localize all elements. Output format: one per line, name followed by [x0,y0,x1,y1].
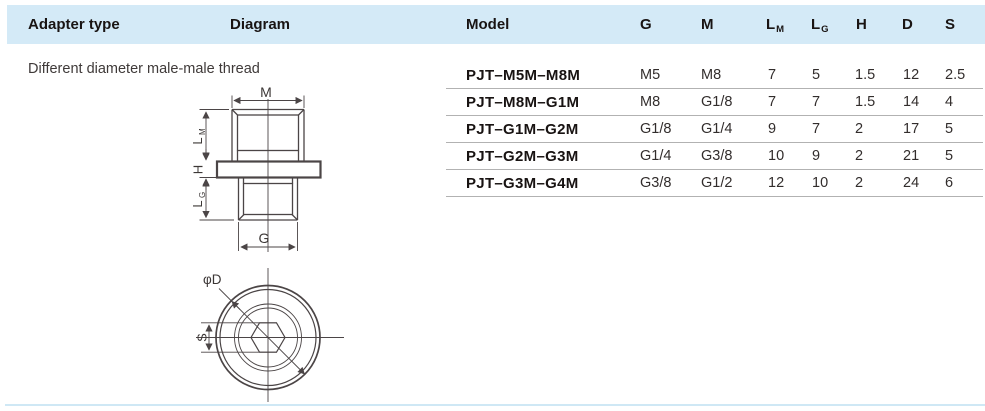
d-cell: 14 [903,89,919,116]
model-cell: PJT–M8M–G1M [466,89,579,116]
label-g: G [259,230,270,246]
table-row: PJT–G3M–G4M G3/8 G1/2 12 10 2 24 6 [0,170,985,197]
label-h: H [191,165,206,174]
model-cell: PJT–M5M–M8M [466,62,580,89]
m-cell: G1/4 [701,116,732,143]
lg-cell: 9 [812,143,820,170]
lg-cell: 7 [812,89,820,116]
h-cell: 2 [855,170,863,197]
column-header-s: S [945,5,955,44]
label-lm-sub: M [198,128,207,135]
lm-cell: 9 [768,116,776,143]
adapter-diagram: M L M H L G G φD S [180,80,355,411]
column-header-d: D [902,5,913,44]
flange-outline [217,162,321,178]
lg-cell: 5 [812,62,820,89]
label-lm: L M [190,128,207,145]
lm-cell: 10 [768,143,784,170]
dim-arrow-d-upper [232,302,240,310]
g-cell: G1/8 [640,116,671,143]
column-header-diagram: Diagram [230,5,290,44]
d-cell: 24 [903,170,919,197]
table-row: PJT–G1M–G2M G1/8 G1/4 9 7 2 17 5 [0,116,985,143]
g-cell: G1/4 [640,143,671,170]
lg-cell: 10 [812,170,828,197]
column-header-adapter-type: Adapter type [28,5,120,44]
h-cell: 2 [855,116,863,143]
lg-cell: 7 [812,116,820,143]
s-cell: 6 [945,170,953,197]
lm-cell: 12 [768,170,784,197]
table-row: PJT–M8M–G1M M8 G1/8 7 7 1.5 14 4 [0,89,985,116]
column-header-lg: LG [811,5,828,44]
h-cell: 2 [855,143,863,170]
h-cell: 1.5 [855,62,875,89]
d-cell: 17 [903,116,919,143]
h-cell: 1.5 [855,89,875,116]
bottom-rule [5,404,985,406]
d-cell: 12 [903,62,919,89]
g-cell: M8 [640,89,660,116]
s-cell: 4 [945,89,953,116]
label-phi-d: φD [203,272,222,287]
model-cell: PJT–G2M–G3M [466,143,579,170]
lg-subscript: G [821,24,828,35]
s-cell: 5 [945,116,953,143]
table-row: PJT–G2M–G3M G1/4 G3/8 10 9 2 21 5 [0,143,985,170]
lm-subscript: M [776,24,784,35]
label-s: S [195,333,210,342]
label-lg: L G [190,192,207,208]
lg-main: L [811,16,820,33]
m-cell: G1/2 [701,170,732,197]
model-cell: PJT–G1M–G2M [466,116,579,143]
s-cell: 2.5 [945,62,965,89]
label-m: M [260,84,272,100]
table-row: PJT–M5M–M8M M5 M8 7 5 1.5 12 2.5 [0,62,985,89]
m-cell: M8 [701,62,721,89]
datasheet-page: Adapter type Diagram Model G M LM LG H D… [0,0,985,411]
s-cell: 5 [945,143,953,170]
m-cell: G1/8 [701,89,732,116]
g-cell: G3/8 [640,170,671,197]
label-lg-sub: G [198,192,207,198]
column-header-model: Model [466,5,509,44]
label-lm-main: L [190,137,205,144]
dim-line-d [219,289,305,375]
column-header-m: M [701,5,714,44]
column-header-h: H [856,5,867,44]
lm-cell: 7 [768,89,776,116]
label-lg-main: L [190,200,205,207]
lm-main: L [766,16,775,33]
lm-cell: 7 [768,62,776,89]
m-cell: G3/8 [701,143,732,170]
d-cell: 21 [903,143,919,170]
table-header: Adapter type Diagram Model G M LM LG H D… [7,5,985,44]
model-cell: PJT–G3M–G4M [466,170,579,197]
g-cell: M5 [640,62,660,89]
row-divider [446,196,983,197]
column-header-lm: LM [766,5,783,44]
column-header-g: G [640,5,652,44]
